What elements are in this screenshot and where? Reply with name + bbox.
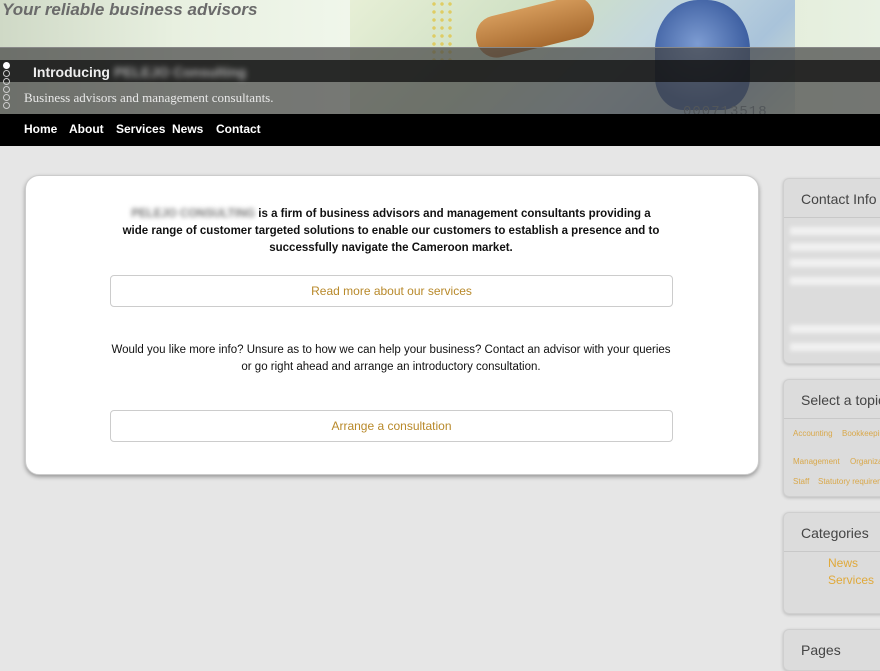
read-more-button[interactable]: Read more about our services xyxy=(110,275,673,307)
slider-dot[interactable] xyxy=(3,78,10,85)
contact-detail-blurred xyxy=(790,343,880,351)
intro-card: PELEJO CONSULTING is a firm of business … xyxy=(25,175,759,475)
contact-info-widget: Contact Info xyxy=(783,178,880,364)
slider-dot[interactable] xyxy=(3,62,10,69)
pages-title: Pages xyxy=(801,642,841,658)
topic-title: Select a topic xyxy=(801,392,880,408)
topic-tag[interactable]: Organization xyxy=(850,457,880,466)
site-header: 000713518 Your reliable business advisor… xyxy=(0,0,880,146)
contact-detail-blurred xyxy=(790,227,880,235)
contact-detail-blurred xyxy=(790,325,880,333)
nav-contact[interactable]: Contact xyxy=(216,122,261,136)
widget-divider xyxy=(784,217,880,218)
categories-title: Categories xyxy=(801,525,869,541)
slide-title: Introducing PELEJO Consulting xyxy=(33,64,246,80)
topic-tag[interactable]: Staff xyxy=(793,477,809,486)
slider-dot[interactable] xyxy=(3,70,10,77)
intro-paragraph: PELEJO CONSULTING is a firm of business … xyxy=(121,206,661,257)
topic-tag[interactable]: Bookkeeping xyxy=(842,429,880,438)
slide-subtitle: Business advisors and management consult… xyxy=(24,90,274,105)
pages-widget: Pages xyxy=(783,629,880,671)
categories-widget: Categories News Services xyxy=(783,512,880,614)
nav-about[interactable]: About xyxy=(69,122,104,136)
topic-tag[interactable]: Statutory requirements xyxy=(818,477,880,486)
arrange-consultation-button[interactable]: Arrange a consultation xyxy=(110,410,673,442)
slide-title-text: Introducing xyxy=(33,64,110,80)
more-info-text: Would you like more info? Unsure as to h… xyxy=(111,344,671,373)
contact-detail-blurred xyxy=(790,259,880,267)
topic-tag[interactable]: Accounting xyxy=(793,429,833,438)
category-news-link[interactable]: News xyxy=(828,556,858,570)
widget-divider xyxy=(784,418,880,419)
nav-home[interactable]: Home xyxy=(24,122,57,136)
slider-pager xyxy=(3,62,13,110)
slide-title-company: PELEJO Consulting xyxy=(114,64,247,80)
contact-info-title: Contact Info xyxy=(801,191,877,207)
slider-dot[interactable] xyxy=(3,86,10,93)
site-tagline: Your reliable business advisors xyxy=(2,0,258,19)
widget-divider xyxy=(784,551,880,552)
nav-services[interactable]: Services xyxy=(116,122,165,136)
contact-detail-blurred xyxy=(790,277,880,285)
slider-dot[interactable] xyxy=(3,94,10,101)
slider-dot[interactable] xyxy=(3,102,10,109)
category-services-link[interactable]: Services xyxy=(828,573,874,587)
contact-detail-blurred xyxy=(790,243,880,251)
topic-widget: Select a topic Accounting Bookkeeping Ma… xyxy=(783,379,880,497)
topic-tag[interactable]: Management xyxy=(793,457,840,466)
company-name: PELEJO CONSULTING xyxy=(131,208,256,220)
nav-news[interactable]: News xyxy=(172,122,203,136)
main-nav: Home About Services News Contact xyxy=(0,114,880,146)
